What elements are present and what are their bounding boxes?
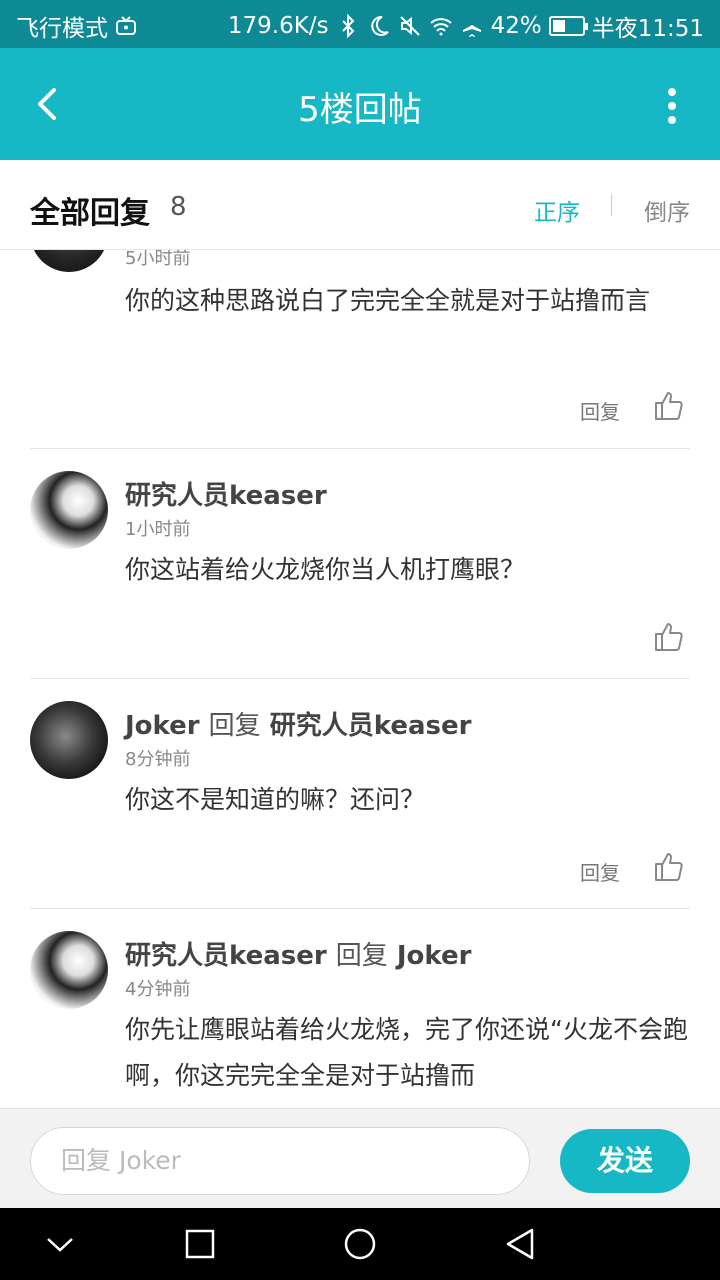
reply-content: 你的这种思路说白了完完全全就是对于站撸而言 — [125, 286, 651, 315]
bluetooth-icon — [341, 14, 354, 38]
all-replies-header: 全部回复 8 正序 倒序 — [0, 160, 720, 250]
thumbs-up-icon[interactable] — [653, 390, 685, 422]
home-icon[interactable] — [342, 1226, 378, 1262]
battery-percent: 42% — [490, 13, 542, 39]
top-app-bar: 5楼回帖 — [0, 48, 720, 160]
network-speed: 179.6K/s — [227, 13, 329, 39]
reply-input-bar: 回复 Joker 发送 — [0, 1108, 720, 1208]
send-button[interactable]: 发送 — [560, 1129, 690, 1193]
list-item: Joker 回复 研究人员keaser 8分钟前 你这不是知道的嘛？还问？ 回复 — [30, 679, 690, 909]
reply-button[interactable]: 回复 — [580, 396, 620, 425]
reply-target-name[interactable]: 研究人员keaser — [270, 711, 472, 741]
list-item: 研究人员keaser 回复 Joker 4分钟前 你先让鹰眼站着给火龙烧，完了你… — [30, 909, 690, 1108]
reply-content: 你先让鹰眼站着给火龙烧，完了你还说“火龙不会跑啊，你这完完全全是对于站撸而 — [125, 1015, 688, 1090]
reply-target-name[interactable]: Joker — [397, 941, 472, 971]
back-triangle-icon[interactable] — [502, 1226, 538, 1262]
sort-descending-tab[interactable]: 倒序 — [644, 193, 690, 227]
moon-icon — [370, 15, 389, 36]
thumbs-up-icon[interactable] — [653, 851, 685, 883]
page-title: 5楼回帖 — [298, 90, 422, 130]
avatar[interactable] — [30, 701, 108, 779]
reply-time: 8分钟前 — [125, 749, 191, 770]
carrier-label: 飞行模式 — [16, 16, 108, 42]
battery-icon — [548, 16, 588, 36]
reply-content: 你这站着给火龙烧你当人机打鹰眼？ — [125, 555, 526, 584]
sort-ascending-tab[interactable]: 正序 — [534, 193, 580, 227]
reply-author: 研究人员keaser 回复 Joker — [125, 935, 471, 972]
reply-word: 回复 — [335, 941, 388, 971]
reply-author: Joker 回复 研究人员keaser — [125, 705, 471, 742]
divider — [611, 194, 612, 216]
avatar[interactable] — [30, 931, 108, 1009]
airplane-icon — [462, 16, 481, 37]
recent-apps-icon[interactable] — [182, 1226, 218, 1262]
mute-icon — [399, 16, 420, 36]
reply-word: 回复 — [208, 711, 261, 741]
system-nav-bar — [0, 1208, 720, 1280]
reply-time: 4分钟前 — [125, 979, 191, 1000]
author-name[interactable]: 研究人员keaser — [125, 481, 327, 511]
avatar[interactable] — [30, 471, 108, 549]
status-bar: 飞行模式 179.6K/s 42% 半夜11:51 — [0, 0, 720, 48]
reply-input[interactable]: 回复 Joker — [30, 1127, 530, 1195]
reply-button[interactable]: 回复 — [580, 857, 620, 886]
thumbs-up-icon[interactable] — [653, 621, 685, 653]
reply-author: 研究人员keaser — [125, 475, 327, 512]
reply-content: 你这不是知道的嘛？还问？ — [125, 785, 426, 814]
section-title: 全部回复 — [30, 196, 150, 231]
list-item: 研究人员keaser 1小时前 你这站着给火龙烧你当人机打鹰眼？ — [30, 449, 690, 679]
reply-list[interactable]: 5小时前 你的这种思路说白了完完全全就是对于站撸而言 回复 研究人员keaser… — [0, 160, 720, 1108]
chevron-down-icon[interactable] — [42, 1226, 78, 1262]
battery-fill — [552, 20, 565, 32]
reply-time: 1小时前 — [125, 519, 191, 540]
tv-icon — [116, 16, 136, 35]
author-name[interactable]: Joker — [125, 711, 200, 741]
author-name[interactable]: 研究人员keaser — [125, 941, 327, 971]
more-vertical-icon[interactable] — [660, 84, 684, 128]
reply-count: 8 — [170, 192, 187, 222]
wifi-icon — [429, 18, 452, 36]
clock: 半夜11:51 — [591, 16, 704, 42]
